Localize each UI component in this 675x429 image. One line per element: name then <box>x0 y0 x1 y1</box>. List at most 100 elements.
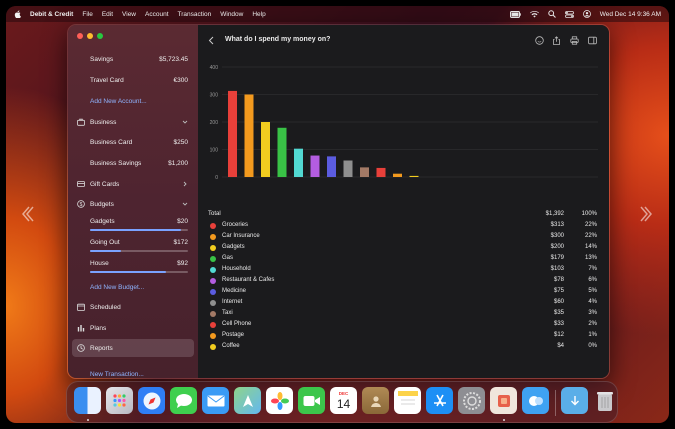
category-pct: 1% <box>588 332 597 338</box>
budget-amount: $92 <box>177 259 188 267</box>
bar-gas[interactable] <box>277 127 287 177</box>
bar-gadgets[interactable] <box>261 122 270 177</box>
user-icon[interactable] <box>582 10 591 18</box>
new-transaction-link[interactable]: New Transaction... <box>68 367 198 378</box>
safari-icon[interactable] <box>138 387 165 414</box>
bar-groceries[interactable] <box>228 90 237 177</box>
control-center-icon[interactable] <box>564 10 574 18</box>
chevron-left-icon[interactable] <box>20 204 34 224</box>
close-window-button[interactable] <box>77 33 83 39</box>
legend-row[interactable]: Gas $179 13% <box>208 254 600 265</box>
contacts-icon[interactable] <box>362 387 389 414</box>
debit-credit-app-icon[interactable] <box>490 387 517 414</box>
print-icon[interactable] <box>570 36 579 45</box>
category-value: $35 <box>553 310 564 316</box>
messages-icon[interactable] <box>170 387 197 414</box>
category-value: $4 <box>557 343 564 349</box>
menu-clock[interactable]: Wed Dec 14 9:36 AM <box>600 11 661 18</box>
legend-row[interactable]: Medicine $75 5% <box>208 287 600 298</box>
bar-restaurant-cafes[interactable] <box>310 155 320 177</box>
category-pct: 5% <box>588 288 597 294</box>
bar-coffee[interactable] <box>409 175 419 177</box>
photos-icon[interactable] <box>266 387 293 414</box>
legend-row[interactable]: Gadgets $200 14% <box>208 243 600 254</box>
chevron-down-icon[interactable] <box>182 201 188 207</box>
legend-row[interactable]: Cell Phone $33 2% <box>208 320 600 331</box>
sidebar-item-budget-house[interactable]: House $92 <box>68 256 198 270</box>
mail-icon[interactable] <box>202 387 229 414</box>
category-color-dot <box>210 267 216 273</box>
menu-edit[interactable]: Edit <box>102 11 113 18</box>
smiley-icon[interactable] <box>535 36 544 45</box>
wifi-icon[interactable] <box>529 10 539 18</box>
sidebar-item-travel-card[interactable]: Travel Card €300 <box>68 73 198 87</box>
sidebar-item-business-card[interactable]: Business Card $250 <box>68 135 198 149</box>
add-account-link[interactable]: Add New Account... <box>68 94 198 108</box>
dock: DEC 14 <box>66 381 618 423</box>
maps-icon[interactable] <box>234 387 261 414</box>
legend-row[interactable]: Internet $60 4% <box>208 298 600 309</box>
svg-text:$: $ <box>80 202 83 208</box>
finder-icon[interactable] <box>74 387 101 414</box>
menu-view[interactable]: View <box>122 11 136 18</box>
category-pct: 4% <box>588 299 597 305</box>
section-label: Gift Cards <box>90 180 120 188</box>
launchpad-icon[interactable] <box>106 387 133 414</box>
battery-icon[interactable] <box>509 10 521 18</box>
legend-row[interactable]: Car Insurance $300 22% <box>208 232 600 243</box>
menu-help[interactable]: Help <box>252 11 265 18</box>
sidebar-item-budget-going-out[interactable]: Going Out $172 <box>68 235 198 249</box>
legend-row[interactable]: Household $103 7% <box>208 265 600 276</box>
calendar-icon <box>77 303 85 311</box>
legend-row[interactable]: Coffee $4 0% <box>208 342 600 353</box>
minimize-window-button[interactable] <box>87 33 93 39</box>
category-color-dot <box>210 234 216 240</box>
chevron-right-icon[interactable] <box>640 204 654 224</box>
legend-row[interactable]: Groceries $313 22% <box>208 221 600 232</box>
app-store-icon[interactable] <box>426 387 453 414</box>
sidebar-section-budgets[interactable]: $ Budgets <box>68 197 198 211</box>
notes-icon[interactable] <box>394 387 421 414</box>
total-label: Total <box>208 211 221 217</box>
downloads-folder-icon[interactable] <box>561 387 588 414</box>
apple-icon[interactable] <box>14 10 21 18</box>
bar-cell-phone[interactable] <box>376 167 386 177</box>
search-icon[interactable] <box>547 10 556 18</box>
bar-internet[interactable] <box>343 160 353 178</box>
sidebar-item-reports[interactable]: Reports <box>72 339 194 357</box>
bar-car-insurance[interactable] <box>244 94 254 178</box>
calendar-app-icon[interactable]: DEC 14 <box>330 387 357 414</box>
menu-file[interactable]: File <box>82 11 92 18</box>
remote-desktop-icon[interactable] <box>522 387 549 414</box>
sidebar-item-savings[interactable]: Savings $5,723.45 <box>68 52 198 66</box>
menu-account[interactable]: Account <box>145 11 169 18</box>
category-pct: 22% <box>584 233 597 239</box>
back-chevron-icon[interactable] <box>207 36 216 45</box>
legend-row[interactable]: Taxi $35 3% <box>208 309 600 320</box>
system-settings-icon[interactable] <box>458 387 485 414</box>
legend-row[interactable]: Restaurant & Cafes $78 6% <box>208 276 600 287</box>
menu-app-name[interactable]: Debit & Credit <box>30 11 73 18</box>
trash-icon[interactable] <box>591 387 618 414</box>
sidebar-section-gift-cards[interactable]: Gift Cards <box>68 177 198 191</box>
legend-row[interactable]: Postage $12 1% <box>208 331 600 342</box>
facetime-icon[interactable] <box>298 387 325 414</box>
bar-postage[interactable] <box>393 173 402 177</box>
sidebar-item-business-savings[interactable]: Business Savings $1,200 <box>68 156 198 170</box>
zoom-window-button[interactable] <box>97 33 103 39</box>
chevron-down-icon[interactable] <box>182 119 188 125</box>
bar-household[interactable] <box>294 148 303 177</box>
menu-transaction[interactable]: Transaction <box>178 11 212 18</box>
sidebar-item-scheduled[interactable]: Scheduled <box>68 300 198 314</box>
add-budget-link[interactable]: Add New Budget... <box>68 280 198 294</box>
sidebar-section-business[interactable]: Business <box>68 115 198 129</box>
bar-medicine[interactable] <box>327 156 336 177</box>
share-icon[interactable] <box>552 36 561 45</box>
section-label: Business <box>90 118 117 126</box>
sidebar-item-budget-gadgets[interactable]: Gadgets $20 <box>68 214 198 228</box>
chevron-right-icon[interactable] <box>182 181 188 187</box>
sidebar-toggle-icon[interactable] <box>588 36 597 45</box>
bar-taxi[interactable] <box>360 167 369 177</box>
sidebar-item-plans[interactable]: Plans <box>68 321 198 335</box>
menu-window[interactable]: Window <box>220 11 243 18</box>
